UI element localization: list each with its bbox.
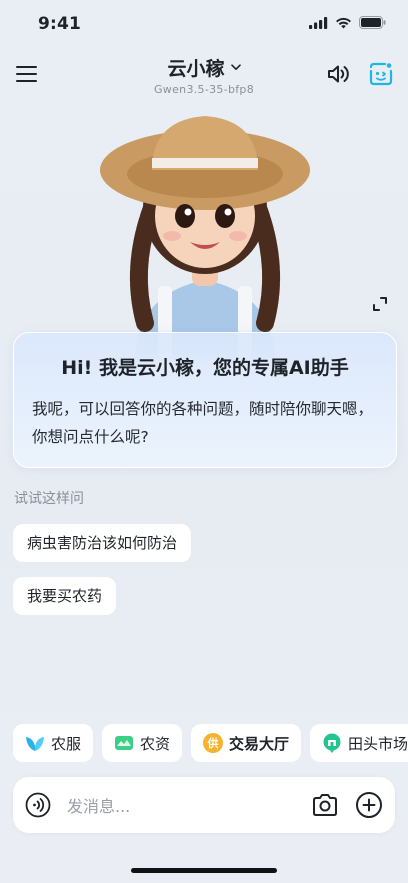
nav-bar: 云小稼 Gwen3.5-35-bfp8 xyxy=(0,50,408,100)
field-icon xyxy=(115,736,134,750)
model-selector[interactable]: 云小稼 xyxy=(167,54,241,81)
message-input[interactable] xyxy=(65,791,289,821)
voice-icon xyxy=(25,792,51,818)
quick-tag-trading-hall[interactable]: 供 交易大厅 xyxy=(191,724,302,762)
voice-input-button[interactable] xyxy=(25,792,51,818)
cellular-signal-icon xyxy=(309,16,328,29)
greeting-card: Hi! 我是云小稼，您的专属AI助手 我呢，可以回答你的各种问题，随时陪你聊天嗯… xyxy=(13,332,397,468)
expand-icon xyxy=(373,297,387,311)
quick-tags: 农服 农资 供 交易大厅 田头市场 xyxy=(13,724,408,762)
leaf-icon xyxy=(26,737,44,751)
expand-avatar-button[interactable] xyxy=(366,290,394,318)
home-indicator xyxy=(131,868,277,873)
speaker-icon xyxy=(328,65,349,83)
quick-tag-label: 交易大厅 xyxy=(229,734,290,753)
speaker-button[interactable] xyxy=(326,62,352,86)
robot-face-icon xyxy=(369,62,393,86)
plus-circle-icon xyxy=(356,792,382,818)
wifi-icon xyxy=(336,17,351,28)
suggestion-chip[interactable]: 病虫害防治该如何防治 xyxy=(13,524,192,562)
status-icons xyxy=(309,16,386,29)
ai-bot-button[interactable] xyxy=(368,61,394,87)
status-time: 9:41 xyxy=(38,14,82,34)
page-title: 云小稼 xyxy=(167,58,225,80)
suggestion-chip[interactable]: 我要买农药 xyxy=(13,577,117,615)
quick-tag-label: 农资 xyxy=(140,734,171,753)
trade-badge-icon: 供 xyxy=(203,733,224,753)
greeting-title: Hi! 我是云小稼，您的专属AI助手 xyxy=(61,357,349,379)
quick-tag-agri-service[interactable]: 农服 xyxy=(13,724,94,762)
suggestion-hint: 试试这样问 xyxy=(14,491,84,507)
quick-tag-field-market[interactable]: 田头市场 xyxy=(310,724,408,762)
camera-icon xyxy=(313,794,337,816)
quick-tag-agri-supplies[interactable]: 农资 xyxy=(102,724,183,762)
greeting-text: 我呢，可以回答你的各种问题，随时陪你聊天嗯，你想问点什么呢? xyxy=(32,400,374,446)
market-pin-icon xyxy=(323,733,341,753)
chevron-down-icon xyxy=(230,64,241,70)
quick-tag-label: 田头市场 xyxy=(348,734,408,753)
message-input-bar xyxy=(13,777,395,833)
assistant-avatar-illustration xyxy=(90,108,320,358)
camera-button[interactable] xyxy=(311,792,339,818)
status-bar: 9:41 xyxy=(0,0,408,50)
quick-tag-label: 农服 xyxy=(51,734,82,753)
battery-icon xyxy=(359,16,386,29)
add-attachment-button[interactable] xyxy=(355,791,383,819)
